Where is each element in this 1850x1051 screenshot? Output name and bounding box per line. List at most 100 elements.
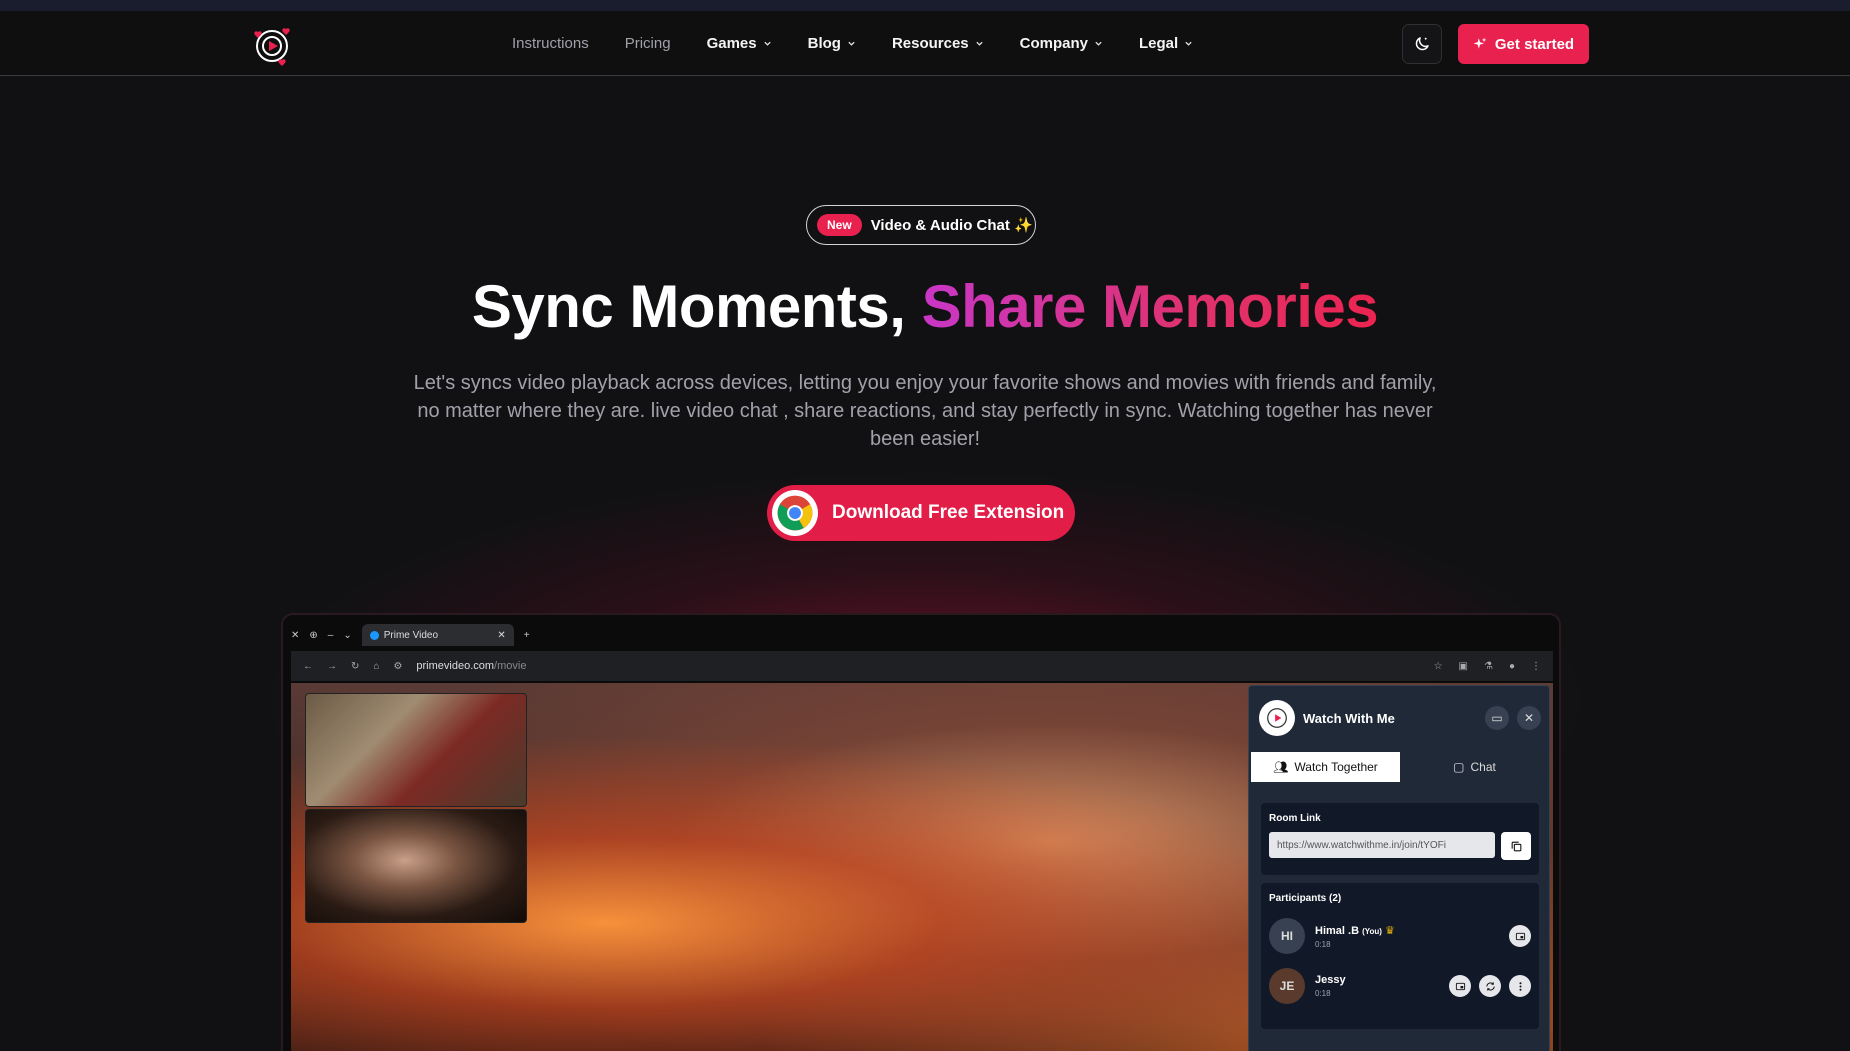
nav-resources-label: Resources	[891, 35, 969, 52]
logo-icon	[254, 28, 290, 66]
chevron-down-icon	[1185, 41, 1192, 46]
navbar: Instructions Pricing Games Blog Resource…	[0, 11, 1850, 76]
chevron-down-icon	[848, 41, 855, 46]
labs-icon[interactable]: ⚗	[1484, 661, 1493, 672]
participant-name-line: Himal .B (You) ♛	[1315, 924, 1395, 937]
browser-tab[interactable]: Prime Video ✕	[361, 624, 514, 646]
close-tab-icon[interactable]: ✕	[497, 630, 505, 641]
room-link-row: https://www.watchwithme.in/join/tYOFi	[1269, 832, 1531, 860]
prime-video-favicon	[369, 630, 379, 640]
copy-icon	[1511, 841, 1521, 851]
badge-text: Video & Audio Chat ✨	[870, 217, 1033, 234]
users-icon: 👥︎	[1273, 760, 1289, 774]
sync-icon	[1485, 981, 1495, 991]
top-strip	[0, 0, 1850, 11]
nav-games-label: Games	[706, 35, 757, 52]
chat-bubble-icon: ▢	[1453, 760, 1465, 774]
hero-subtitle: Let's syncs video playback across device…	[413, 372, 1437, 450]
participant-row: HI Himal .B (You) ♛ 0:18	[1269, 918, 1531, 954]
new-pill: New	[817, 214, 862, 236]
avatar: HI	[1269, 918, 1305, 954]
url-path: /movie	[494, 660, 527, 672]
menu-dots-icon[interactable]: ⋮	[1531, 661, 1541, 672]
hero-title-plain: Sync Moments,	[471, 273, 922, 340]
download-extension-button[interactable]: Download Free Extension	[767, 485, 1075, 541]
tab-title: Prime Video	[383, 629, 439, 641]
picture-in-picture-button[interactable]	[1449, 975, 1471, 997]
panel-title: Watch With Me	[1303, 710, 1395, 726]
nav-instructions[interactable]: Instructions	[512, 35, 589, 52]
extension-icon[interactable]: ▣	[1459, 661, 1468, 672]
sparkle-icon	[1473, 37, 1487, 49]
announcement-badge[interactable]: New Video & Audio Chat ✨	[806, 205, 1036, 245]
hero-title-gradient: Share Memories	[921, 273, 1379, 340]
participant-row: JE Jessy 0:18	[1269, 968, 1531, 1004]
nav-games[interactable]: Games	[707, 35, 772, 52]
participant-name: Jessy	[1315, 974, 1346, 986]
browser-tabbar: ✕ ⊕ – ⌄ Prime Video ✕ +	[291, 624, 1549, 646]
url-host: primevideo.com	[416, 660, 495, 672]
video-call-tile-group	[305, 693, 527, 807]
nav-pricing[interactable]: Pricing	[625, 35, 671, 52]
participant-you-tag: (You)	[1362, 926, 1382, 936]
more-options-button[interactable]	[1509, 975, 1531, 997]
sync-button[interactable]	[1479, 975, 1501, 997]
browser-action-icons: ☆ ▣ ⚗ ● ⋮	[1434, 661, 1541, 672]
close-icon[interactable]: ✕	[1517, 706, 1541, 730]
logo[interactable]	[252, 24, 294, 66]
theme-toggle-button[interactable]	[1402, 24, 1442, 64]
tab-watch-label: Watch Together	[1294, 760, 1378, 774]
get-started-label: Get started	[1494, 35, 1575, 53]
room-link-label: Room Link	[1269, 813, 1321, 824]
reload-icon[interactable]: ↻	[351, 661, 359, 672]
browser-mockup: ✕ ⊕ – ⌄ Prime Video ✕ + ← → ↻ ⌂ ⚙ primev…	[281, 613, 1561, 1051]
forward-icon[interactable]: →	[327, 661, 337, 672]
panel-tabs: 👥︎ Watch Together ▢ Chat	[1251, 752, 1549, 782]
tab-chat-label: Chat	[1470, 760, 1496, 774]
get-started-button[interactable]: Get started	[1458, 24, 1589, 64]
nav-resources[interactable]: Resources	[892, 35, 984, 52]
picture-in-picture-button[interactable]	[1509, 925, 1531, 947]
crown-icon: ♛	[1384, 924, 1395, 937]
nav-legal-label: Legal	[1139, 35, 1179, 52]
site-info-icon[interactable]: ⚙	[393, 661, 402, 672]
participant-info: Himal .B (You) ♛ 0:18	[1315, 924, 1395, 949]
address-field[interactable]: primevideo.com/movie	[416, 660, 526, 672]
room-link-field[interactable]: https://www.watchwithme.in/join/tYOFi	[1269, 832, 1495, 858]
profile-icon[interactable]: ●	[1509, 661, 1515, 672]
participant-time: 0:18	[1315, 989, 1331, 998]
participant-actions	[1449, 975, 1531, 997]
nav-blog[interactable]: Blog	[808, 35, 856, 52]
panel-header-actions: ▭ ✕	[1485, 706, 1541, 730]
close-window-icon[interactable]: ✕	[291, 630, 299, 641]
more-vertical-icon	[1518, 981, 1522, 991]
back-icon[interactable]: ←	[303, 661, 313, 672]
watch-with-me-panel: Watch With Me ▭ ✕ 👥︎ Watch Together ▢ Chat…	[1248, 685, 1550, 1051]
grid-icon[interactable]: ⊕	[309, 630, 317, 641]
browser-urlbar: ← → ↻ ⌂ ⚙ primevideo.com/movie ☆ ▣ ⚗ ● ⋮	[291, 651, 1553, 681]
new-tab-icon[interactable]: +	[524, 630, 530, 641]
minimize-icon[interactable]: –	[328, 630, 334, 641]
participant-name: Himal .B	[1315, 924, 1360, 937]
participant-time: 0:18	[1315, 939, 1331, 949]
copy-link-button[interactable]	[1501, 832, 1531, 860]
moon-icon	[1415, 37, 1429, 51]
nav-company[interactable]: Company	[1020, 35, 1103, 52]
video-player[interactable]: Watch With Me ▭ ✕ 👥︎ Watch Together ▢ Chat…	[291, 683, 1553, 1051]
home-icon[interactable]: ⌂	[373, 661, 379, 672]
screen-icon[interactable]: ▭	[1485, 706, 1509, 730]
panel-header: Watch With Me ▭ ✕	[1259, 700, 1541, 736]
participant-actions	[1509, 925, 1531, 947]
participant-info: Jessy 0:18	[1315, 974, 1346, 998]
bookmark-star-icon[interactable]: ☆	[1434, 661, 1443, 672]
tab-watch-together[interactable]: 👥︎ Watch Together	[1251, 752, 1400, 782]
chevron-down-icon	[976, 41, 983, 46]
tab-chat[interactable]: ▢ Chat	[1400, 752, 1549, 782]
nav-legal[interactable]: Legal	[1139, 35, 1193, 52]
panel-logo-icon	[1259, 700, 1295, 736]
participants-label: Participants (2)	[1269, 893, 1342, 904]
tab-list-icon[interactable]: ⌄	[343, 630, 351, 641]
room-link-card: Room Link https://www.watchwithme.in/joi…	[1261, 803, 1539, 875]
chevron-down-icon	[1095, 41, 1102, 46]
pip-icon	[1515, 932, 1525, 940]
